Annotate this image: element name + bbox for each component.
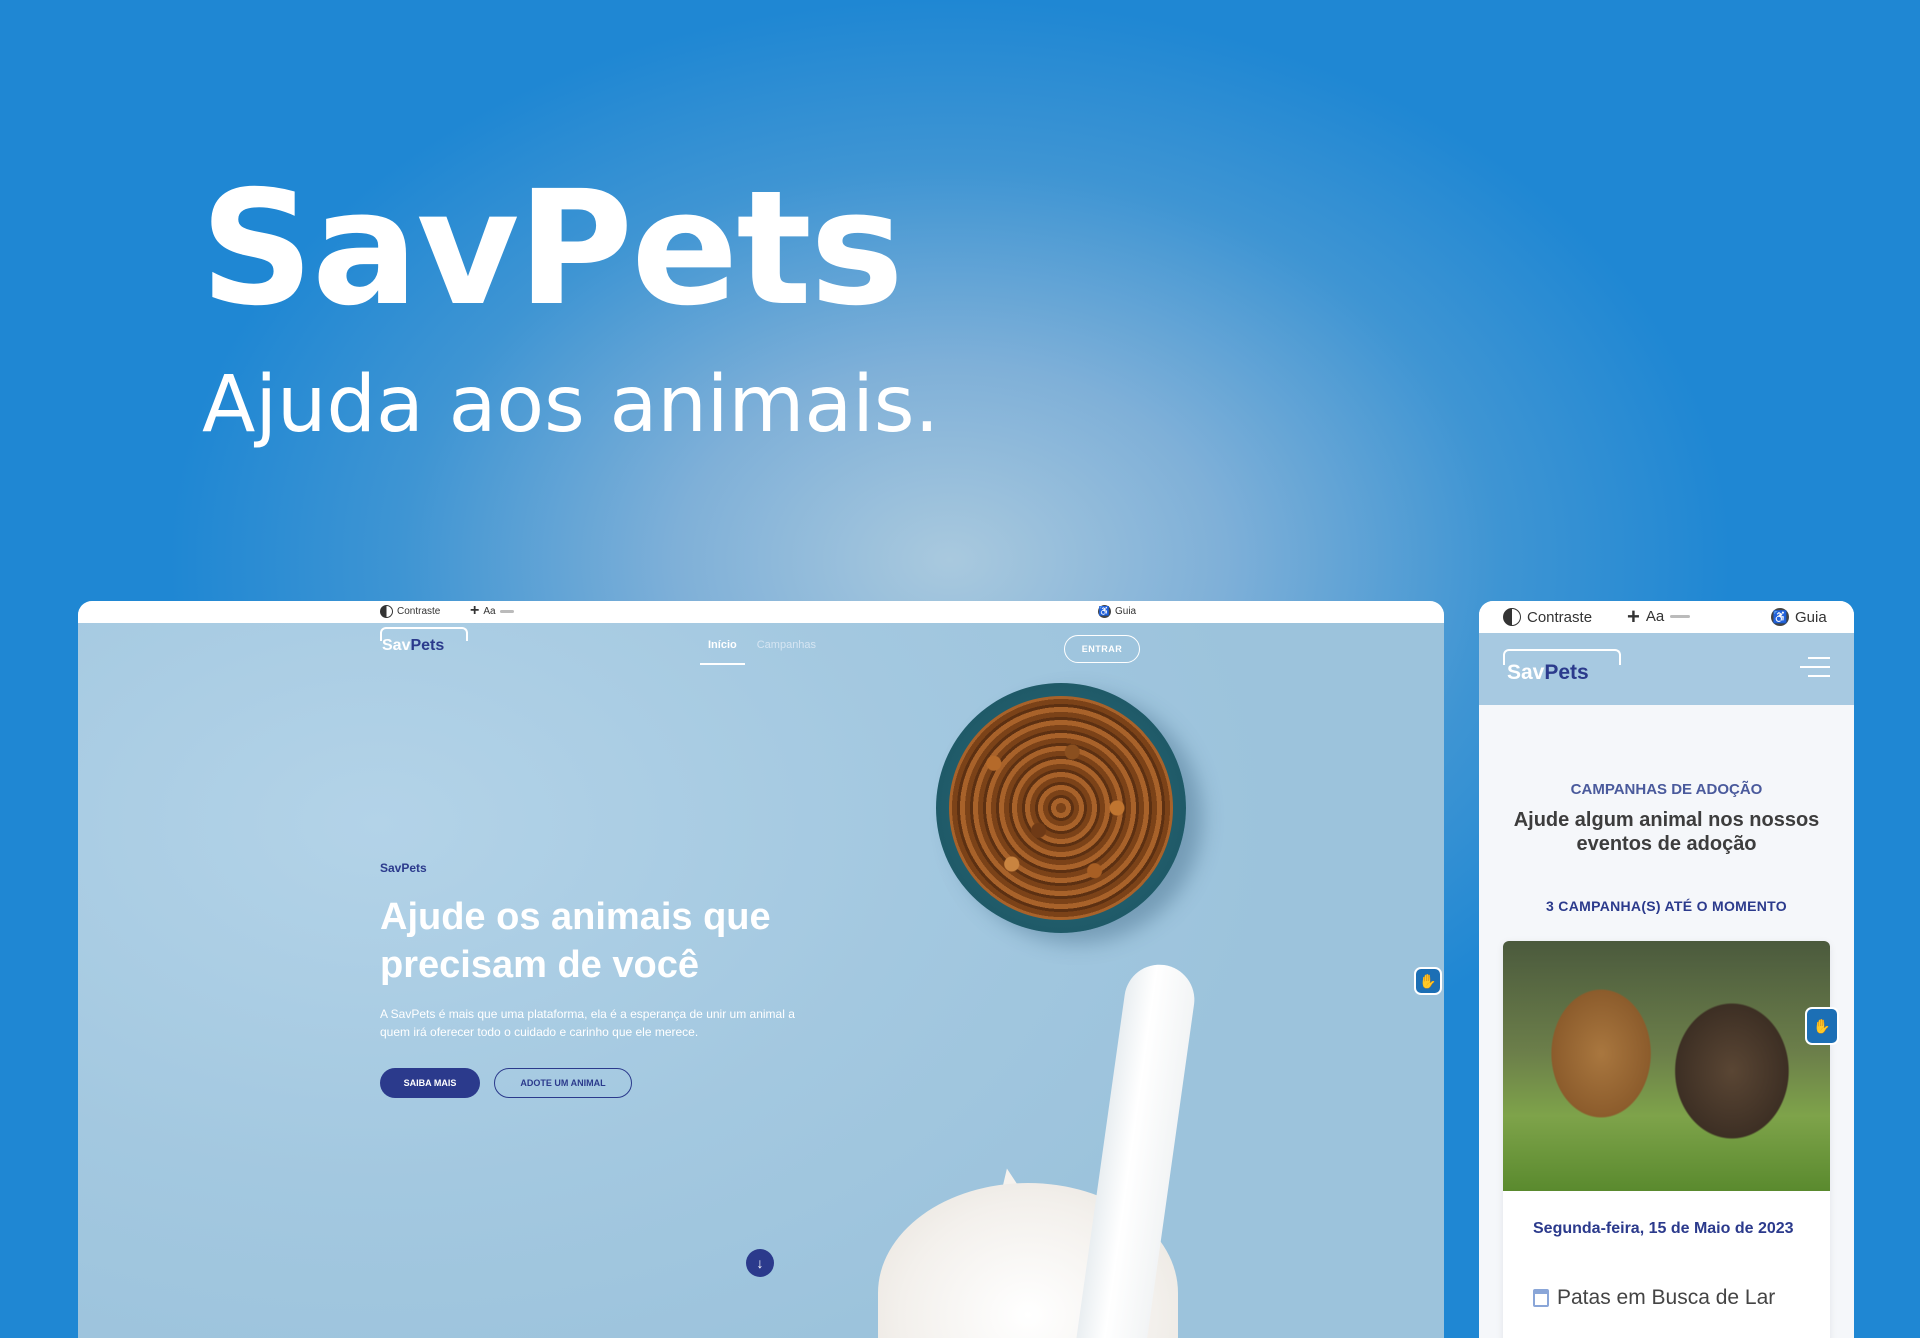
font-increase-icon[interactable]: +: [470, 603, 479, 619]
font-size-control: + Aa: [470, 603, 514, 619]
guide-label: Guia: [1115, 606, 1137, 617]
contrast-label: Contraste: [1527, 608, 1593, 626]
campaigns-kicker: CAMPANHAS DE ADOÇÃO: [1570, 781, 1763, 798]
hero-brand-label: SavPets: [380, 861, 427, 875]
cat-paw-image: [1071, 960, 1199, 1338]
hero-description: A SavPets é mais que uma plataforma, ela…: [380, 1007, 795, 1039]
nav-campaigns[interactable]: Campanhas: [757, 639, 816, 651]
mobile-header: Sav Pets: [1479, 633, 1854, 705]
campaign-event-name: Patas em Busca de Lar: [1557, 1286, 1776, 1309]
logo-ears: [1503, 649, 1621, 665]
guide-link[interactable]: ♿ Guia: [1098, 605, 1136, 618]
desktop-mockup: Contraste + Aa ♿ Guia Sav Pets Início Ca…: [78, 601, 1444, 1338]
sign-language-icon[interactable]: ✋: [1414, 967, 1442, 995]
mobile-mockup: Contraste + Aa ♿ Guia Sav Pets CAMPANHAS…: [1479, 601, 1854, 1338]
campaigns-title: Ajude algum animal nos nossos eventos de…: [1513, 809, 1820, 855]
contrast-toggle[interactable]: Contraste: [380, 605, 440, 618]
hero-subtitle: Ajuda aos animais.: [202, 360, 940, 450]
font-decrease-icon[interactable]: [1670, 615, 1691, 618]
contrast-label: Contraste: [397, 606, 441, 617]
accessibility-icon: ♿: [1771, 608, 1789, 626]
campaign-date: Segunda-feira, 15 de Maio de 2023: [1533, 1220, 1794, 1237]
menu-icon[interactable]: [1800, 657, 1830, 684]
campaigns-count: 3 CAMPANHA(S) ATÉ O MOMENTO: [1546, 898, 1787, 914]
mobile-contrast-toggle[interactable]: Contraste: [1503, 608, 1592, 626]
mobile-logo[interactable]: Sav Pets: [1503, 649, 1621, 685]
dogs-photo: [1503, 941, 1830, 1191]
accessibility-bar: Contraste + Aa ♿ Guia: [78, 601, 1444, 623]
logo[interactable]: Sav Pets: [380, 627, 468, 655]
login-button[interactable]: ENTRAR: [1064, 635, 1140, 663]
accessibility-icon: ♿: [1098, 605, 1111, 618]
food-bowl-image: [936, 683, 1186, 933]
hero-headline: Ajude os animais que precisam de você: [380, 896, 771, 986]
font-size-label: Aa: [1645, 608, 1665, 625]
mobile-font-size-control: + Aa: [1627, 605, 1691, 627]
contrast-icon: [380, 605, 393, 618]
scroll-down-icon[interactable]: ↓: [746, 1249, 774, 1277]
mobile-guide-link[interactable]: ♿ Guia: [1771, 608, 1827, 626]
calendar-icon: [1533, 1289, 1549, 1307]
adopt-button[interactable]: ADOTE UM ANIMAL: [494, 1068, 632, 1098]
campaign-card[interactable]: Segunda-feira, 15 de Maio de 2023 Patas …: [1503, 941, 1830, 1338]
sign-language-icon[interactable]: ✋: [1805, 1007, 1839, 1045]
font-increase-icon[interactable]: +: [1627, 605, 1640, 627]
logo-ears: [380, 627, 468, 641]
learn-more-button[interactable]: SAIBA MAIS: [380, 1068, 480, 1098]
font-decrease-icon[interactable]: [499, 609, 514, 613]
guide-label: Guia: [1795, 608, 1827, 626]
nav-home[interactable]: Início: [700, 639, 745, 665]
main-nav: Início Campanhas: [700, 639, 816, 665]
mobile-accessibility-bar: Contraste + Aa ♿ Guia: [1479, 601, 1854, 633]
font-size-label: Aa: [483, 605, 496, 617]
campaign-event: Patas em Busca de Lar: [1533, 1286, 1775, 1310]
hero-title: SavPets: [200, 157, 904, 341]
contrast-icon: [1503, 608, 1521, 626]
